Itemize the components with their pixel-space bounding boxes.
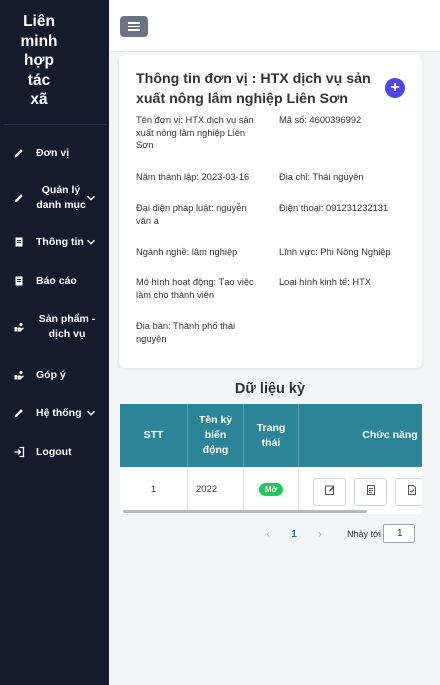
chevron-down-icon: [86, 193, 96, 203]
pencil-icon: [13, 407, 25, 419]
field-dia-ban: Địa bàn: Thành phố thái nguyên: [136, 321, 236, 344]
field-linh-vuc: Lĩnh vực: Phi Nông Nghiệp: [279, 247, 391, 257]
sidebar-item-san-pham-dich-vu[interactable]: Sản phẩm - dịch vụ: [0, 312, 109, 342]
sidebar: Liên minh hợp tác xã Đơn vị Quản lý danh…: [0, 0, 109, 685]
jump-to-label: Nhảy tới: [347, 529, 381, 539]
view-document-button[interactable]: [354, 478, 387, 506]
field-ten-don-vi: Tên đơn vị: HTX dịch vụ sản xuất nông lâ…: [136, 115, 254, 150]
hamburger-icon: [128, 29, 140, 31]
table-header: STT Tên kỳ biến động Trang thái Chức năn…: [120, 404, 422, 467]
brand-line: hợp: [24, 52, 54, 69]
document-icon: [13, 236, 25, 248]
sidebar-item-label: Hệ thống: [36, 406, 82, 419]
sidebar-item-label: Thông tin: [36, 235, 84, 248]
card-title: Thông tin đơn vị : HTX dịch vụ sản xuất …: [136, 71, 371, 107]
field-dia-chi: Địa chỉ: Thái nguyên: [279, 172, 364, 182]
pagination-next[interactable]: ›: [314, 524, 326, 544]
sidebar-item-logout[interactable]: Logout: [0, 444, 109, 460]
status-badge: Mở: [258, 483, 284, 496]
pencil-icon: [13, 147, 25, 159]
cell-stt: 1: [120, 467, 188, 512]
sidebar-item-label: Sản phẩm - dịch vụ: [38, 313, 96, 340]
pagination-prev[interactable]: ‹: [262, 524, 274, 544]
hand-icon: [13, 369, 25, 381]
hamburger-icon: [128, 25, 140, 28]
sidebar-item-he-thong[interactable]: Hệ thống: [0, 405, 109, 421]
sidebar-item-gop-y[interactable]: Góp ý: [0, 367, 109, 383]
pencil-icon: [13, 192, 25, 204]
add-button[interactable]: +: [385, 78, 405, 98]
cell-ten-ky: 2022: [188, 467, 244, 512]
horizontal-scrollbar[interactable]: [123, 510, 367, 513]
field-mo-hinh-hoat-dong: Mô hình hoạt động: Tạo việc làm cho thàn…: [136, 277, 254, 300]
table-row: 1 2022 Mở: [120, 467, 422, 512]
file-check-icon: [406, 483, 418, 501]
plus-icon: +: [390, 79, 400, 96]
pagination-page[interactable]: 1: [287, 524, 301, 544]
chevron-down-icon: [86, 237, 96, 247]
brand-line: xã: [30, 91, 48, 108]
sidebar-item-label: Báo cáo: [36, 274, 77, 287]
chevron-down-icon: [86, 408, 96, 418]
edit-icon: [324, 483, 336, 501]
brand-logo-text: Liên minh hợp tác xã: [0, 0, 109, 124]
sidebar-item-bao-cao[interactable]: Báo cáo: [0, 273, 109, 289]
menu-toggle-button[interactable]: [120, 16, 148, 37]
column-header-chuc-nang: Chức năng: [362, 429, 418, 441]
hand-icon: [13, 321, 25, 333]
period-table: STT Tên kỳ biến động Trang thái Chức năn…: [120, 404, 422, 514]
sidebar-item-label: Góp ý: [36, 368, 66, 381]
document-icon: [365, 483, 377, 501]
hamburger-icon: [128, 22, 140, 24]
section-title: Dữ liệu kỳ: [234, 381, 306, 397]
sidebar-item-don-vi[interactable]: Đơn vị: [0, 145, 109, 161]
approve-document-button[interactable]: [395, 478, 422, 506]
sidebar-item-label: Quản lý danh mục: [36, 184, 86, 211]
cell-trang-thai: Mở: [244, 467, 299, 512]
field-ma-so: Mã số: 4600396992: [279, 115, 362, 125]
field-dien-thoai: Điện thoại: 091231232131: [279, 203, 389, 213]
column-header-trang-thai: Trang thái: [244, 404, 299, 467]
field-nganh-nghe: Ngành nghề: lâm nghiệp: [136, 247, 238, 257]
sidebar-divider: [4, 124, 106, 125]
top-header: [109, 0, 440, 52]
sidebar-item-label: Logout: [36, 445, 72, 458]
edit-button[interactable]: [313, 478, 346, 506]
document-icon: [13, 275, 25, 287]
logout-icon: [13, 446, 25, 458]
brand-line: Liên: [23, 13, 55, 30]
brand-line: minh: [20, 32, 58, 50]
sidebar-item-thong-tin[interactable]: Thông tin: [0, 234, 109, 250]
sidebar-item-quan-ly-danh-muc[interactable]: Quản lý danh mục: [0, 183, 109, 213]
jump-to-page-input[interactable]: [383, 524, 415, 543]
column-header-stt: STT: [120, 404, 188, 467]
sidebar-item-label: Đơn vị: [36, 146, 70, 159]
brand-line: tác: [27, 71, 51, 89]
field-loai-hinh-kinh-te: Loại hình kinh tế: HTX: [279, 277, 371, 287]
field-dai-dien-phap-luat: Đại diện pháp luật: nguyễn văn a: [136, 203, 247, 226]
field-nam-thanh-lap: Năm thành lập: 2023-03-16: [136, 172, 250, 182]
unit-info-card: Thông tin đơn vị : HTX dịch vụ sản xuất …: [119, 55, 422, 368]
column-header-ten-ky: Tên kỳ biến động: [188, 404, 244, 467]
